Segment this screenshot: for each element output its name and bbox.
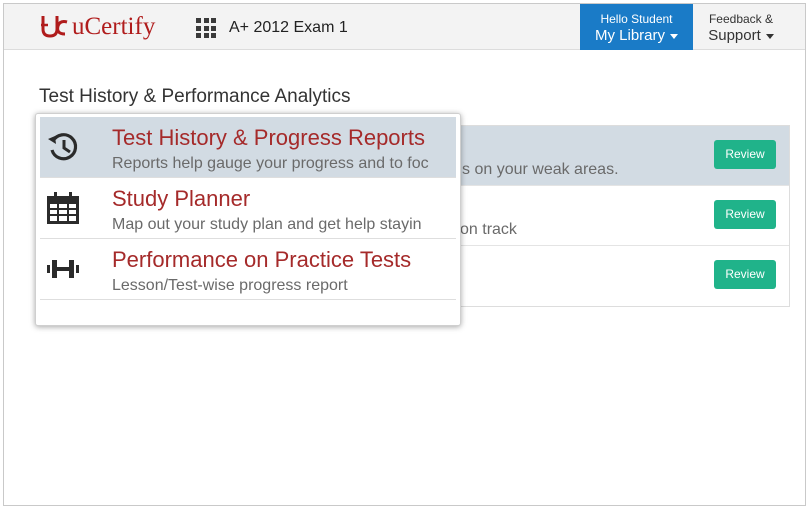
my-library-button[interactable]: Hello Student My Library	[580, 4, 693, 50]
course-title: A+ 2012 Exam 1	[229, 19, 348, 36]
greeting-text: Hello Student	[600, 12, 673, 26]
row-subtitle-overflow: on track	[460, 221, 517, 238]
row-subtitle-overflow: s on your weak areas.	[462, 161, 619, 178]
logo-text: uCertify	[72, 13, 156, 40]
apps-grid-icon[interactable]	[196, 18, 216, 38]
logo-mark-icon	[41, 16, 68, 38]
app-window: uCertify A+ 2012 Exam 1 Hello Student My…	[3, 3, 806, 506]
analytics-popup-menu: Test History & Progress Reports Reports …	[35, 113, 461, 326]
menu-item-title: Study Planner	[112, 186, 251, 211]
review-button[interactable]: Review	[714, 260, 776, 289]
support-label: Support	[708, 27, 761, 44]
calendar-icon	[47, 192, 79, 224]
review-button[interactable]: Review	[714, 200, 776, 229]
menu-item-performance[interactable]: Performance on Practice Tests Lesson/Tes…	[40, 239, 456, 300]
my-library-label: My Library	[594, 27, 665, 44]
menu-item-subtitle: Map out your study plan and get help sta…	[112, 216, 422, 233]
menu-item-subtitle: Lesson/Test-wise progress report	[112, 277, 348, 294]
dumbbell-icon	[47, 260, 79, 278]
menu-item-test-history[interactable]: Test History & Progress Reports Reports …	[40, 117, 456, 178]
page-title: Test History & Performance Analytics	[39, 86, 351, 107]
chevron-down-icon	[765, 33, 774, 39]
ucertify-logo[interactable]: uCertify	[40, 12, 155, 42]
history-icon	[48, 133, 78, 161]
chevron-down-icon	[670, 33, 678, 39]
feedback-support-button[interactable]: Feedback & Support	[700, 4, 782, 50]
menu-item-title: Performance on Practice Tests	[112, 247, 412, 272]
top-header: uCertify A+ 2012 Exam 1 Hello Student My…	[4, 4, 805, 50]
review-button[interactable]: Review	[714, 140, 776, 169]
popup-footer	[40, 300, 456, 308]
menu-item-study-planner[interactable]: Study Planner Map out your study plan an…	[40, 178, 456, 239]
menu-item-subtitle: Reports help gauge your progress and to …	[112, 155, 429, 172]
menu-item-title: Test History & Progress Reports	[112, 125, 425, 150]
feedback-label: Feedback &	[708, 12, 774, 26]
